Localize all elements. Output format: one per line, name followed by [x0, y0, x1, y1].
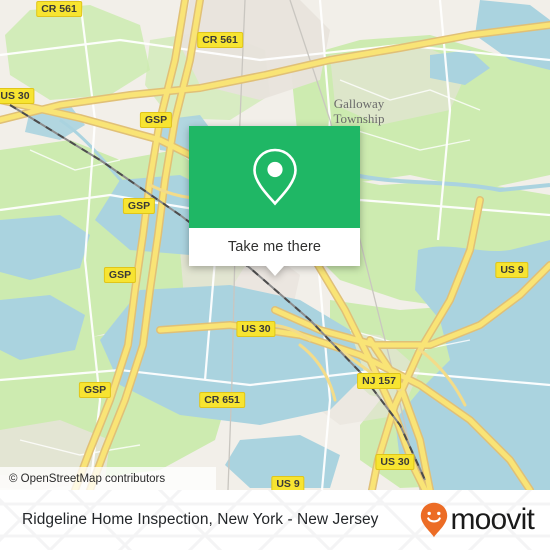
osm-attribution-text: © OpenStreetMap contributors [9, 472, 166, 485]
road-shield: US 30 [236, 321, 276, 337]
road-shield-label: GSP [108, 269, 132, 281]
road-shield: CR 651 [199, 392, 245, 408]
road-shield-label: GSP [144, 114, 168, 126]
road-shield-label: GSP [127, 200, 151, 212]
moovit-logo[interactable]: moovit [420, 502, 535, 538]
road-shield-label: CR 561 [202, 34, 238, 46]
road-shield-label: CR 561 [41, 3, 77, 15]
footer-bar: Ridgeline Home Inspection, New York - Ne… [0, 490, 550, 550]
take-me-there-label: Take me there [227, 239, 322, 255]
road-shield: CR 561 [197, 32, 243, 48]
location-popup[interactable]: Take me there [189, 126, 360, 276]
moovit-pin-icon [421, 502, 448, 538]
road-shield: US 30 [375, 454, 415, 470]
road-shield-label: US 9 [276, 478, 300, 490]
map-canvas[interactable]: Galloway Township CR 561 CR 561 US 30 GSP GS… [0, 0, 550, 490]
road-shield: CR 561 [36, 1, 82, 17]
road-shield-label: NJ 157 [362, 375, 396, 387]
popup-header [189, 126, 360, 228]
road-shield: GSP [139, 112, 173, 128]
road-shield: GSP [122, 198, 156, 214]
road-shield-label: US 30 [380, 456, 410, 468]
screenshot-root: Galloway Township CR 561 CR 561 US 30 GSP GS… [0, 0, 550, 550]
moovit-wordmark: moovit [450, 503, 534, 536]
road-shield-label: GSP [83, 384, 107, 396]
road-shield-label: US 30 [241, 323, 271, 335]
popup-tail [265, 266, 284, 276]
take-me-there-button[interactable]: Take me there [189, 228, 360, 266]
map-pin-icon [252, 148, 297, 206]
road-shield-label: US 30 [0, 90, 30, 102]
road-shield: NJ 157 [357, 373, 401, 389]
osm-attribution[interactable]: © OpenStreetMap contributors [0, 467, 216, 490]
road-shield-label: CR 651 [204, 394, 240, 406]
road-shield: US 9 [495, 262, 529, 278]
road-shield-label: US 9 [500, 264, 524, 276]
road-shield: GSP [78, 382, 112, 398]
road-shield: US 9 [271, 476, 305, 490]
page-title: Ridgeline Home Inspection, New York - Ne… [22, 511, 379, 528]
road-shield: GSP [103, 267, 137, 283]
road-shield: US 30 [0, 88, 35, 104]
